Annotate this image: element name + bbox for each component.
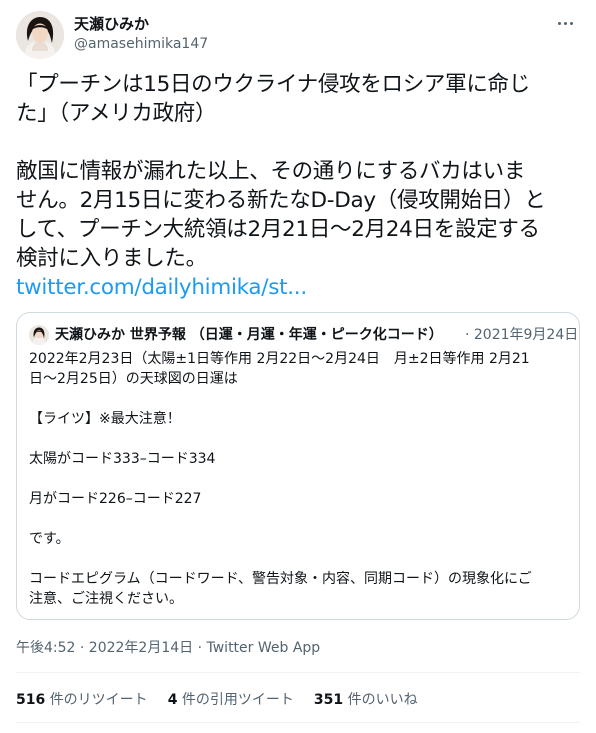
quoted-tweet[interactable]: 天瀬ひみか 世界予報 （日運・月運・年運・ピーク化コード） · 2021年9月2…	[16, 312, 580, 620]
divider	[16, 672, 580, 673]
like-count-value: 351	[313, 692, 344, 708]
quote-line: 注意、ご注視ください。	[29, 591, 183, 607]
tweet-line: 「プーチンは15日のウクライナ侵攻をロシア軍に命じ	[16, 72, 530, 97]
quote-line: 【ライツ】※最大注意！	[29, 411, 181, 427]
quote-label: 件の引用ツイート	[181, 692, 294, 708]
quote-date[interactable]: · 2021年9月24日	[465, 325, 578, 345]
display-name[interactable]: 天瀬ひみか	[74, 14, 208, 34]
like-count[interactable]: 351 件のいいね	[314, 690, 418, 710]
retweet-count-value: 516	[16, 692, 46, 708]
tweet-stats: 516 件のリツイート 4 件の引用ツイート 351 件のいいね	[16, 690, 438, 710]
avatar[interactable]	[16, 11, 64, 59]
tweet-line: 検討に入りました。	[16, 246, 207, 271]
handle[interactable]: @amasehimika147	[74, 34, 208, 54]
quote-author-name: 天瀬ひみか 世界予報 （日運・月運・年運・ピーク化コード）	[55, 327, 443, 343]
more-options-icon[interactable]	[552, 13, 578, 33]
tweet-line: た」（アメリカ政府）	[16, 101, 217, 126]
tweet-link[interactable]: twitter.com/dailyhimika/st...	[16, 275, 307, 300]
quote-header: 天瀬ひみか 世界予報 （日運・月運・年運・ピーク化コード） · 2021年9月2…	[29, 325, 578, 345]
tweet-line: せん。2月15日に変わる新たなD-Day（侵攻開始日）と	[16, 188, 546, 213]
tweet-text: 「プーチンは15日のウクライナ侵攻をロシア軍に命じ た」（アメリカ政府） 敵国に…	[16, 70, 584, 302]
tweet-line: して、プーチン大統領は2月21日〜2月24日を設定する	[16, 217, 540, 242]
retweet-count[interactable]: 516 件のリツイート	[16, 690, 148, 710]
quote-line: 日〜2月25日）の天球図の日運は	[29, 371, 238, 387]
quote-body: 2022年2月23日（太陽±1日等作用 2月22日〜2月24日 月±2日等作用 …	[29, 349, 574, 609]
quote-line: 2022年2月23日（太陽±1日等作用 2月22日〜2月24日 月±2日等作用 …	[29, 351, 530, 367]
quote-line: 月がコード226–コード227	[29, 491, 202, 507]
quote-avatar	[29, 325, 49, 345]
quote-count[interactable]: 4 件の引用ツイート	[168, 690, 294, 710]
quote-count-value: 4	[167, 692, 178, 708]
like-label: 件のいいね	[347, 692, 418, 708]
quote-line: 太陽がコード333–コード334	[29, 451, 216, 467]
tweet-line: 敵国に情報が漏れた以上、その通りにするバカはいま	[16, 159, 526, 184]
retweet-label: 件のリツイート	[49, 692, 148, 708]
author-block[interactable]: 天瀬ひみか @amasehimika147	[74, 14, 208, 54]
tweet-timestamp[interactable]: 午後4:52 · 2022年2月14日 · Twitter Web App	[16, 638, 320, 658]
divider	[16, 722, 580, 723]
quote-line: コードエピグラム（コードワード、警告対象・内容、同期コード）の現象化にご	[29, 571, 532, 587]
tweet-header: 天瀬ひみか @amasehimika147	[16, 11, 580, 61]
quote-line: です。	[29, 531, 70, 547]
